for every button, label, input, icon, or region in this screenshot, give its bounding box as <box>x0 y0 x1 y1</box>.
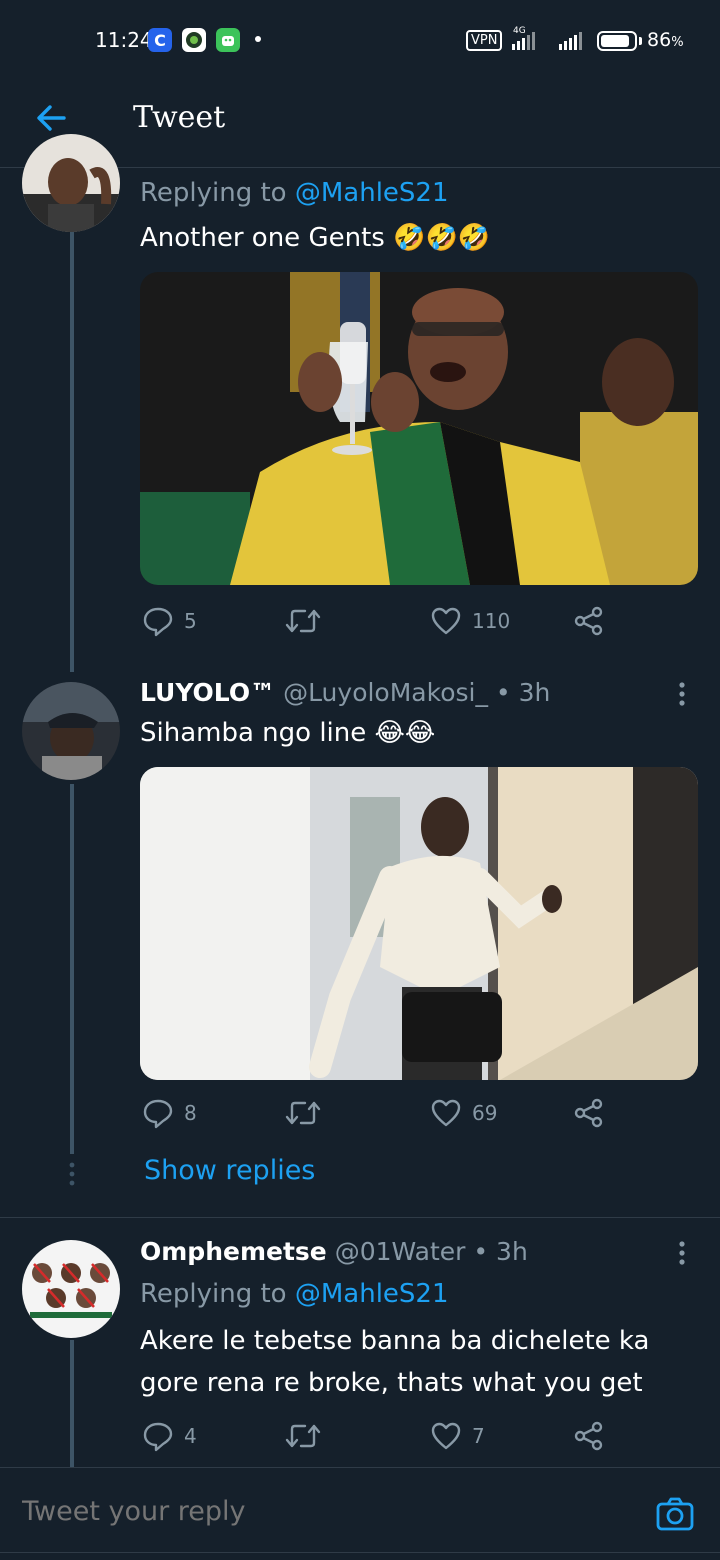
like-button[interactable]: 110 <box>430 605 510 637</box>
thread-line <box>70 232 74 672</box>
tweet-actions: 8 69 <box>140 1097 620 1137</box>
share-icon <box>574 1421 603 1451</box>
tweet-author[interactable]: Omphemetse @01Water • 3h <box>140 1237 528 1266</box>
svg-text:C: C <box>154 31 166 50</box>
battery-percent: 86% <box>647 29 684 51</box>
heart-icon <box>431 607 461 635</box>
retweet-button[interactable] <box>285 1420 331 1452</box>
show-replies-link[interactable]: Show replies <box>144 1155 315 1186</box>
retweet-icon <box>285 609 321 633</box>
tweet-text: Akere le tebetse banna ba dichelete ka g… <box>140 1326 650 1398</box>
reply-icon <box>143 1099 173 1129</box>
handle-time: @LuyoloMakosi_ • 3h <box>283 678 551 707</box>
replying-to: Replying to @MahleS21 <box>140 178 449 208</box>
tweet-image[interactable] <box>140 767 698 1080</box>
signal-2-icon <box>559 32 582 50</box>
display-name: Omphemetse <box>140 1237 327 1266</box>
more-options-button[interactable] <box>672 1240 692 1266</box>
tweet-actions: 5 110 <box>140 605 620 645</box>
like-button[interactable]: 69 <box>430 1097 497 1129</box>
reply-button[interactable]: 5 <box>142 605 197 637</box>
camera-button[interactable] <box>655 1496 695 1532</box>
like-count: 7 <box>472 1424 485 1448</box>
mention-link[interactable]: @MahleS21 <box>295 178 449 208</box>
reply-button[interactable]: 4 <box>142 1420 197 1452</box>
thread-line <box>70 784 74 1154</box>
share-icon <box>574 1098 603 1128</box>
like-count: 69 <box>472 1101 498 1125</box>
status-bar: 11:24 C VPN 4G 86% <box>0 0 720 70</box>
arrow-left-icon <box>37 105 66 131</box>
like-count: 110 <box>472 609 511 633</box>
like-button[interactable]: 7 <box>430 1420 485 1452</box>
avatar[interactable] <box>22 682 120 780</box>
divider <box>0 1217 720 1218</box>
heart-icon <box>431 1099 461 1127</box>
avatar[interactable] <box>22 134 120 232</box>
battery-tip <box>639 37 642 45</box>
share-button[interactable] <box>573 1097 605 1129</box>
notification-dot-icon <box>255 36 261 42</box>
share-button[interactable] <box>573 605 605 637</box>
battery-fill <box>601 35 629 47</box>
mention-link[interactable]: @MahleS21 <box>295 1279 449 1309</box>
reply-input[interactable] <box>22 1496 622 1527</box>
more-options-button[interactable] <box>672 681 692 707</box>
divider <box>0 1552 720 1553</box>
camera-icon <box>656 1497 694 1531</box>
heart-icon <box>431 1422 461 1450</box>
thread-line <box>70 1340 74 1467</box>
tweet-author[interactable]: LUYOLO™ @LuyoloMakosi_ • 3h <box>140 678 550 707</box>
tweet-text: Another one Gents 🤣🤣🤣 <box>140 223 491 253</box>
display-name: LUYOLO™ <box>140 678 276 707</box>
page-title: Tweet <box>133 100 226 135</box>
tweet-screen: 11:24 C VPN 4G 86% Tweet Replying to @Ma… <box>0 0 720 1560</box>
more-vertical-icon <box>679 682 685 706</box>
status-time: 11:24 <box>95 28 153 52</box>
reply-icon <box>143 1422 173 1452</box>
app-android-icon <box>216 28 240 52</box>
retweet-icon <box>285 1101 321 1125</box>
retweet-icon <box>285 1424 321 1448</box>
app-badge-icon <box>182 28 206 52</box>
reply-count: 5 <box>184 609 197 633</box>
thread-dots-icon <box>69 1162 75 1186</box>
reply-icon <box>143 607 173 637</box>
more-vertical-icon <box>679 1241 685 1265</box>
vpn-badge: VPN <box>466 30 503 51</box>
back-button[interactable] <box>32 98 72 138</box>
reply-count: 4 <box>184 1424 197 1448</box>
app-c-icon: C <box>148 28 172 52</box>
tweet-actions: 4 7 <box>140 1420 620 1460</box>
replying-to: Replying to @MahleS21 <box>140 1279 449 1309</box>
battery-icon <box>597 31 637 51</box>
signal-1-icon <box>512 32 535 50</box>
reply-button[interactable]: 8 <box>142 1097 197 1129</box>
share-button[interactable] <box>573 1420 605 1452</box>
reply-count: 8 <box>184 1101 197 1125</box>
avatar[interactable] <box>22 1240 120 1338</box>
retweet-button[interactable] <box>285 1097 331 1129</box>
tweet-text: Sihamba ngo line 😂😂 <box>140 718 436 748</box>
handle-time: @01Water • 3h <box>334 1237 528 1266</box>
reply-composer <box>0 1467 720 1560</box>
tweet-image[interactable] <box>140 272 698 585</box>
share-icon <box>574 606 603 636</box>
retweet-button[interactable] <box>285 605 331 637</box>
